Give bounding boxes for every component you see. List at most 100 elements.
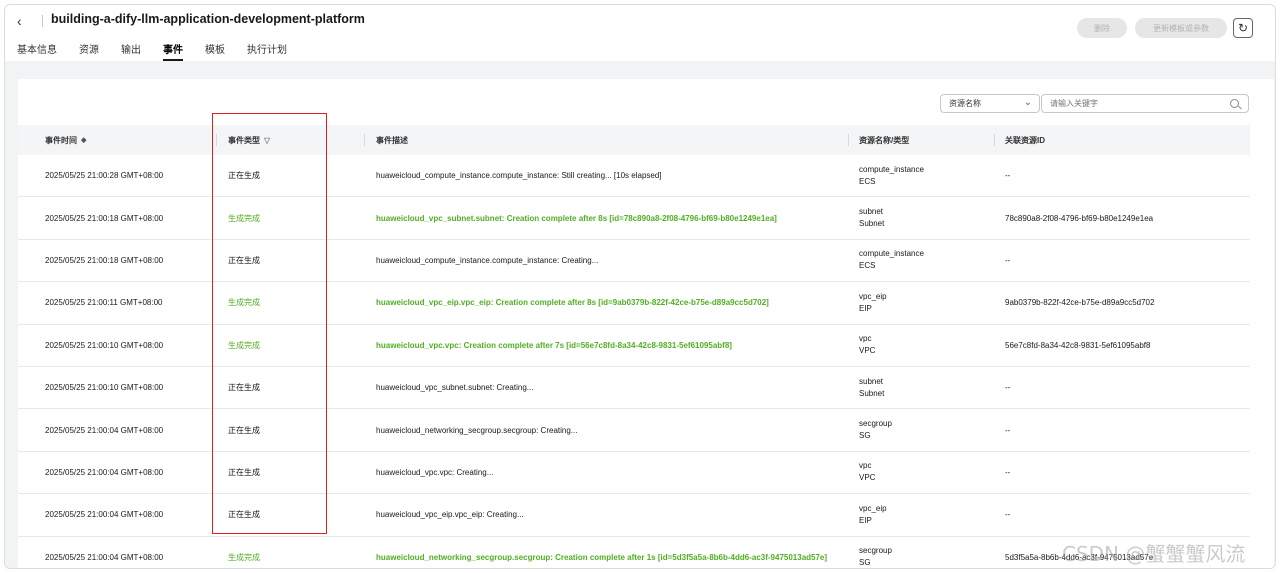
event-time-cell: 2025/05/25 21:00:10 GMT+08:00: [45, 340, 164, 350]
event-time-cell: 2025/05/25 21:00:04 GMT+08:00: [45, 467, 164, 477]
resource-name: vpc_eip: [859, 503, 887, 513]
event-desc-cell: huaweicloud_vpc_subnet.subnet: Creation …: [376, 213, 777, 223]
chevron-down-icon: ⌄: [1023, 97, 1032, 108]
events-panel: 资源名称 ⌄ 事件时间 ◆ 事件类型 ▽ 事件描述 资源名称/类型: [18, 79, 1274, 568]
resource-cell: secgroup SG: [859, 537, 892, 568]
refresh-icon: ↻: [1237, 21, 1249, 35]
search-field-select[interactable]: 资源名称 ⌄: [940, 94, 1040, 113]
event-time-cell: 2025/05/25 21:00:18 GMT+08:00: [45, 213, 164, 223]
table-row: 2025/05/25 21:00:10 GMT+08:00 正在生成 huawe…: [18, 367, 1250, 410]
header-event-type-label: 事件类型: [228, 135, 260, 145]
resource-cell: vpc_eip EIP: [859, 282, 887, 323]
event-table-body: 2025/05/25 21:00:28 GMT+08:00 正在生成 huawe…: [18, 155, 1250, 568]
event-desc-cell: huaweicloud_networking_secgroup.secgroup…: [376, 552, 828, 562]
search-input[interactable]: [1041, 94, 1249, 113]
filter-icon[interactable]: ▽: [264, 136, 270, 145]
event-type-cell: 正在生成: [228, 171, 260, 181]
resource-cell: secgroup SG: [859, 409, 892, 450]
event-desc-cell: huaweicloud_vpc_eip.vpc_eip: Creating...: [376, 510, 524, 520]
resource-cell: compute_instance ECS: [859, 240, 924, 281]
resource-name: vpc_eip: [859, 291, 887, 301]
tab-basic-info[interactable]: 基本信息: [17, 41, 57, 61]
resource-name: compute_instance: [859, 164, 924, 174]
event-type-cell: 生成完成: [228, 213, 260, 223]
event-desc-cell: huaweicloud_compute_instance.compute_ins…: [376, 255, 599, 265]
header-event-time[interactable]: 事件时间 ◆: [45, 125, 86, 155]
header-event-type: 事件类型 ▽: [228, 125, 270, 155]
event-desc-cell: huaweicloud_vpc_subnet.subnet: Creating.…: [376, 383, 534, 393]
header-resource-id: 关联资源ID: [1005, 125, 1045, 155]
event-time-cell: 2025/05/25 21:00:04 GMT+08:00: [45, 425, 164, 435]
resource-type: VPC: [859, 473, 876, 483]
event-type-cell: 正在生成: [228, 383, 260, 393]
table-row: 2025/05/25 21:00:04 GMT+08:00 正在生成 huawe…: [18, 452, 1250, 495]
event-time-cell: 2025/05/25 21:00:04 GMT+08:00: [45, 510, 164, 520]
resource-name: compute_instance: [859, 249, 924, 259]
resource-type: EIP: [859, 515, 872, 525]
update-template-button[interactable]: 更新模板或参数: [1135, 18, 1227, 38]
back-icon[interactable]: ‹: [17, 13, 33, 31]
resource-id-cell: 9ab0379b-822f-42ce-b75e-d89a9cc5d702: [1005, 298, 1155, 308]
resource-id-cell: 78c890a8-2f08-4796-bf69-b80e1249e1ea: [1005, 213, 1154, 223]
table-row: 2025/05/25 21:00:18 GMT+08:00 正在生成 huawe…: [18, 240, 1250, 283]
event-time-cell: 2025/05/25 21:00:11 GMT+08:00: [45, 298, 163, 308]
event-type-cell: 正在生成: [228, 425, 260, 435]
resource-type: ECS: [859, 176, 876, 186]
resource-name: secgroup: [859, 419, 892, 429]
event-time-cell: 2025/05/25 21:00:28 GMT+08:00: [45, 171, 164, 181]
search-icon[interactable]: [1230, 99, 1239, 108]
resource-type: SG: [859, 431, 871, 441]
tab-template[interactable]: 模板: [205, 41, 225, 61]
header-event-desc: 事件描述: [376, 125, 408, 155]
sort-icon[interactable]: ◆: [81, 136, 86, 144]
tab-bar: 基本信息 资源 输出 事件 模板 执行计划: [17, 41, 309, 61]
resource-id-cell: --: [1005, 255, 1011, 265]
event-type-cell: 生成完成: [228, 552, 260, 562]
resource-type: ECS: [859, 261, 876, 271]
resource-cell: subnet Subnet: [859, 197, 884, 238]
table-header: 事件时间 ◆ 事件类型 ▽ 事件描述 资源名称/类型 关联资源ID: [18, 125, 1250, 155]
event-type-cell: 正在生成: [228, 510, 260, 520]
event-time-cell: 2025/05/25 21:00:10 GMT+08:00: [45, 383, 164, 393]
header-divider: [42, 15, 43, 27]
resource-cell: vpc_eip EIP: [859, 494, 887, 535]
table-row: 2025/05/25 21:00:11 GMT+08:00 生成完成 huawe…: [18, 282, 1250, 325]
table-row: 2025/05/25 21:00:18 GMT+08:00 生成完成 huawe…: [18, 197, 1250, 240]
tab-events[interactable]: 事件: [163, 41, 183, 61]
event-time-cell: 2025/05/25 21:00:18 GMT+08:00: [45, 255, 164, 265]
resource-cell: vpc VPC: [859, 452, 875, 493]
resource-id-cell: --: [1005, 383, 1011, 393]
event-desc-cell: huaweicloud_networking_secgroup.secgroup…: [376, 425, 578, 435]
resource-id-cell: 56e7c8fd-8a34-42c8-9831-5ef61095abf8: [1005, 340, 1151, 350]
resource-cell: compute_instance ECS: [859, 155, 924, 196]
event-desc-cell: huaweicloud_compute_instance.compute_ins…: [376, 171, 662, 181]
resource-name: subnet: [859, 207, 884, 217]
resource-cell: vpc VPC: [859, 325, 875, 366]
tab-resources[interactable]: 资源: [79, 41, 99, 61]
event-type-cell: 正在生成: [228, 467, 260, 477]
event-type-cell: 正在生成: [228, 255, 260, 265]
table-row: 2025/05/25 21:00:28 GMT+08:00 正在生成 huawe…: [18, 155, 1250, 198]
resource-type: Subnet: [859, 388, 885, 398]
resource-id-cell: --: [1005, 171, 1011, 181]
header-event-desc-label: 事件描述: [376, 135, 408, 145]
column-divider: [216, 134, 217, 146]
console-frame: ‹ building-a-dify-llm-application-develo…: [4, 4, 1276, 569]
resource-name: secgroup: [859, 546, 892, 556]
tab-execution-plan[interactable]: 执行计划: [247, 41, 287, 61]
resource-type: EIP: [859, 303, 872, 313]
table-row: 2025/05/25 21:00:04 GMT+08:00 正在生成 huawe…: [18, 409, 1250, 452]
resource-type: Subnet: [859, 219, 885, 229]
header-resource: 资源名称/类型: [859, 125, 909, 155]
column-divider: [994, 134, 995, 146]
event-desc-cell: huaweicloud_vpc.vpc: Creation complete a…: [376, 340, 732, 350]
search-field-select-value: 资源名称: [949, 99, 981, 108]
event-desc-cell: huaweicloud_vpc_eip.vpc_eip: Creation co…: [376, 298, 769, 308]
resource-cell: subnet Subnet: [859, 367, 884, 408]
tab-outputs[interactable]: 输出: [121, 41, 141, 61]
refresh-button[interactable]: ↻: [1233, 18, 1253, 38]
delete-button[interactable]: 删除: [1077, 18, 1127, 38]
resource-id-cell: --: [1005, 467, 1011, 477]
resource-name: subnet: [859, 376, 884, 386]
column-divider: [364, 134, 365, 146]
